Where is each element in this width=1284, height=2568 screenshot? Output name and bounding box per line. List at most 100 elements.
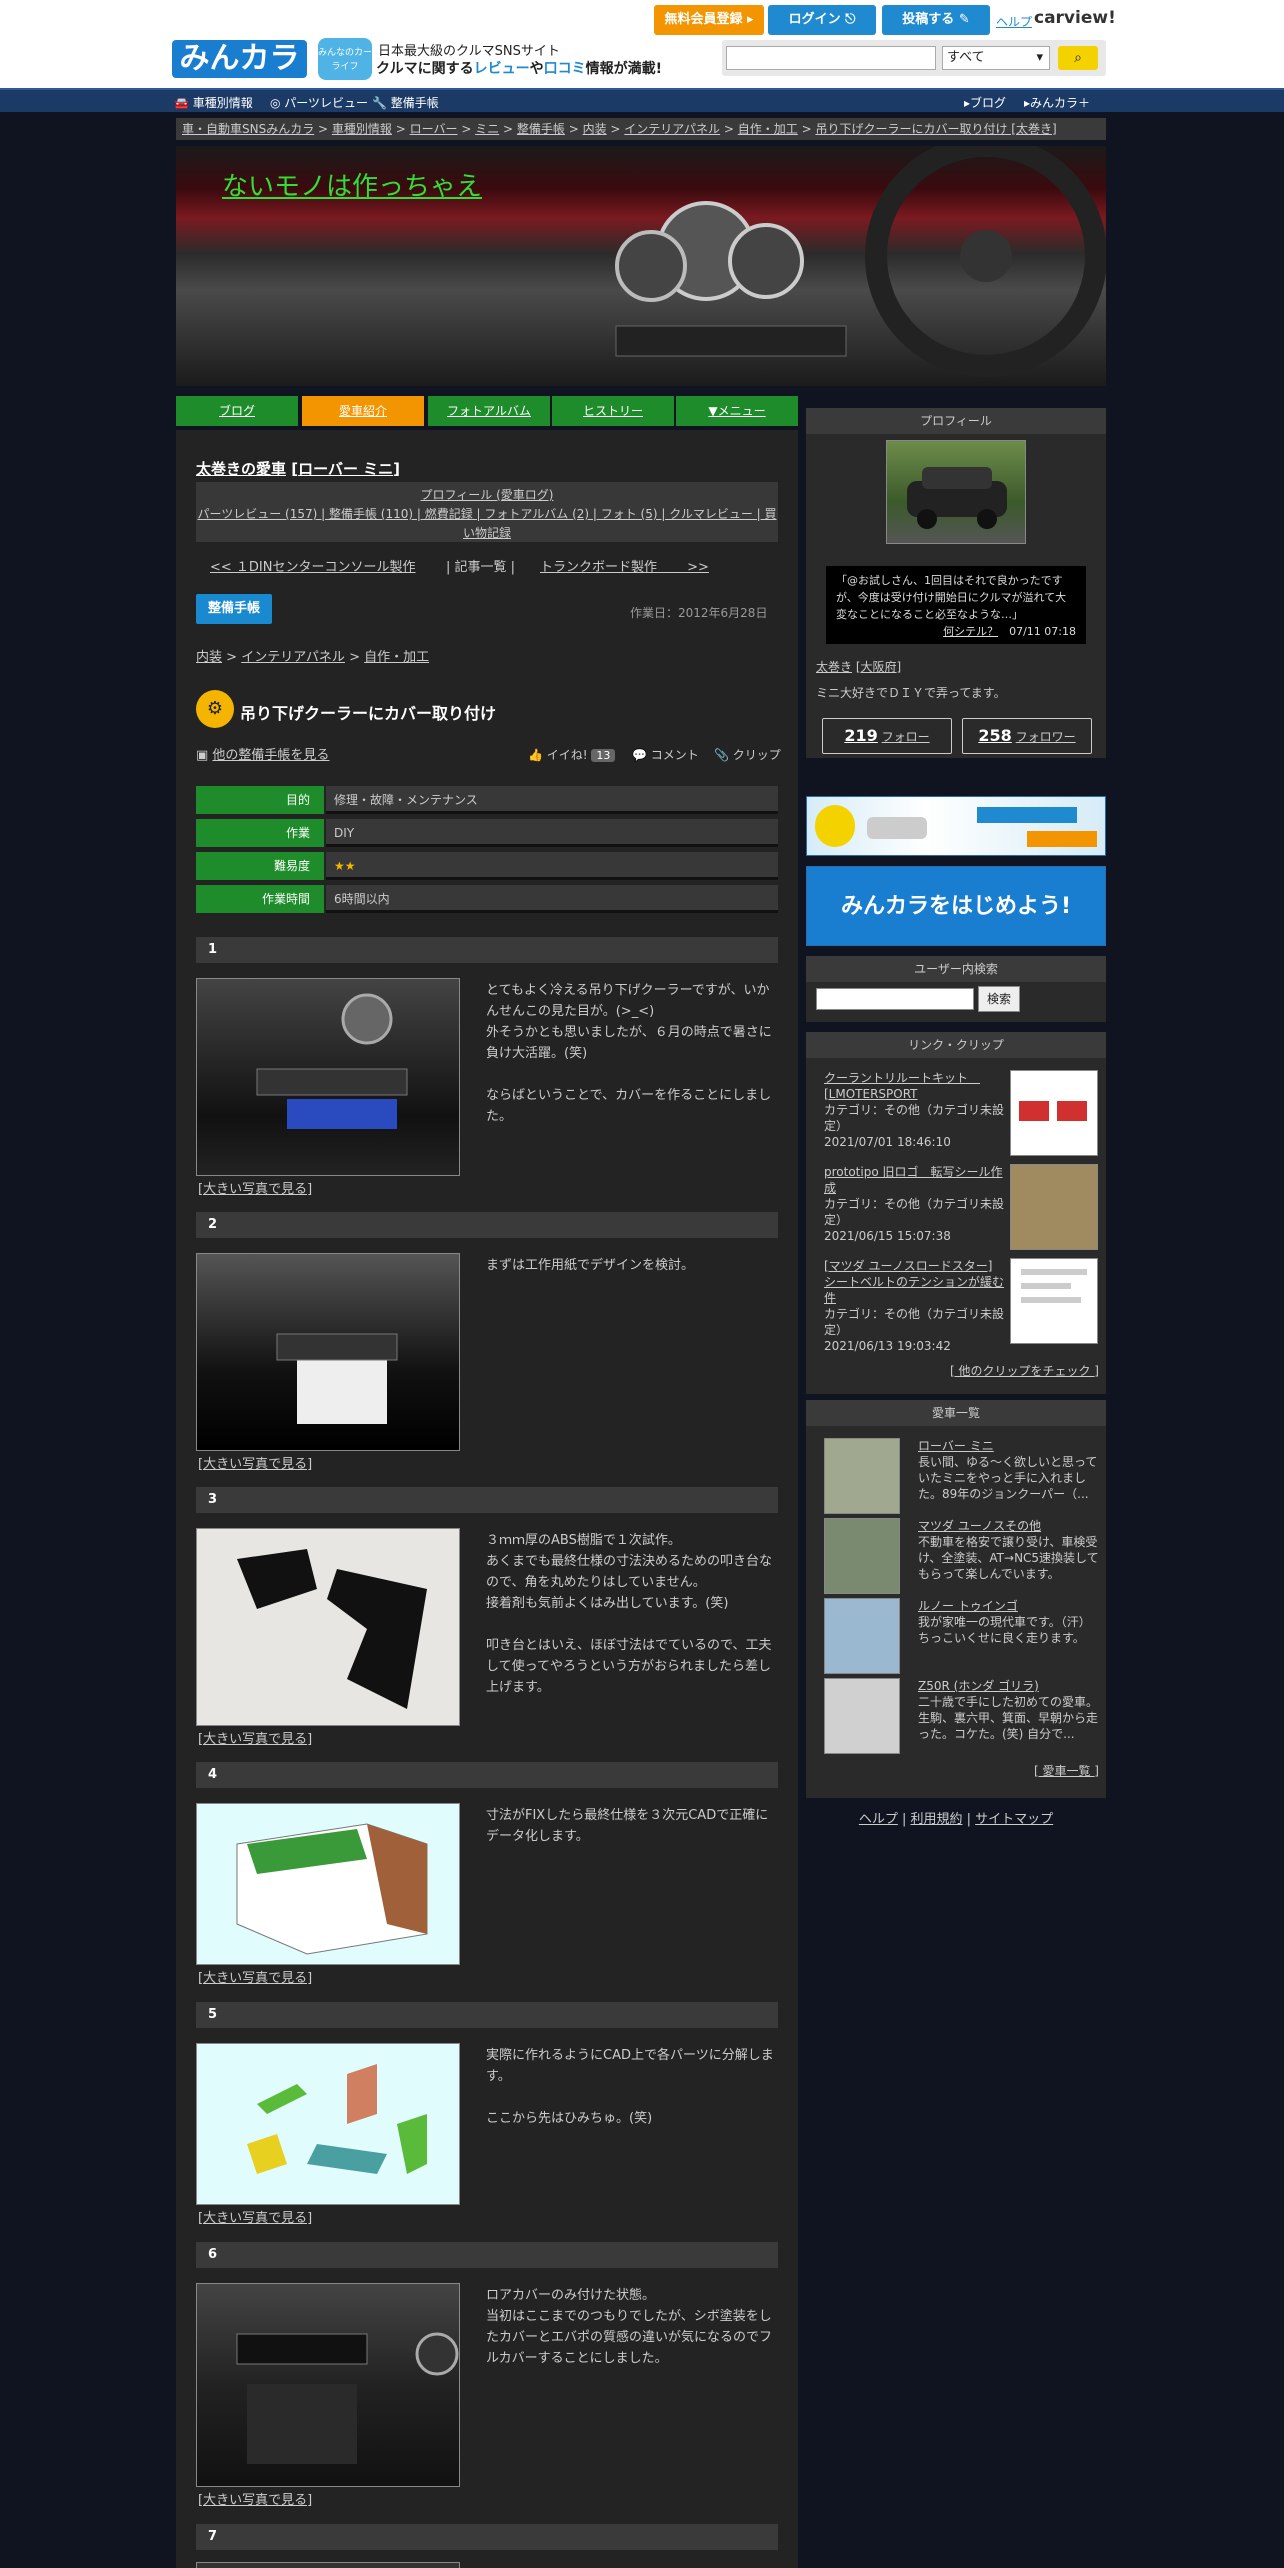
step-header: 2: [196, 1212, 778, 1238]
like-button[interactable]: 👍 イイね! 13: [528, 746, 616, 763]
car-item: Z50R (ホンダ ゴリラ) 二十歳で手にした初めての愛車。生駒、裏六甲、箕面、早…: [918, 1679, 1099, 1741]
ad-banner-assessment[interactable]: [806, 796, 1106, 856]
clip-item: [マツダ ユーノスロードスター]シートベルトのテンションが緩む件 カテゴリ：その他…: [824, 1259, 1005, 1353]
step-header: 4: [196, 1762, 778, 1788]
car-thumbnail[interactable]: [824, 1598, 900, 1674]
breadcrumb-item[interactable]: 内装: [583, 122, 607, 136]
owner-name[interactable]: 太巻き [大阪府]: [816, 658, 901, 675]
other-maintenance-link[interactable]: ▣ 他の整備手帳を見る: [196, 744, 329, 763]
tab-history[interactable]: ヒストリー: [552, 396, 674, 426]
large-photo-link[interactable]: [大きい写真で見る]: [198, 2207, 312, 2226]
clip-thumbnail[interactable]: [1010, 1070, 1098, 1156]
cat-link[interactable]: インテリアパネル: [241, 650, 345, 665]
car-list-more-link[interactable]: [ 愛車一覧 ]: [1034, 1762, 1099, 1779]
owner-car-heading: 太巻きの愛車 [ローバー ミニ]: [196, 460, 401, 478]
cat-link[interactable]: 自作・加工: [364, 650, 429, 665]
comment-button[interactable]: 💬 コメント: [632, 746, 699, 763]
category-path: 内装 > インテリアパネル > 自作・加工: [196, 650, 430, 665]
step-photo[interactable]: [196, 978, 460, 1176]
breadcrumb-item[interactable]: 車種別情報: [332, 122, 392, 136]
info-row: 目的 修理・故障・メンテナンス: [196, 786, 778, 814]
login-button[interactable]: ログイン ⎋: [768, 5, 876, 35]
category-badge: 整備手帳: [196, 594, 272, 624]
step-text: ３ｍｍ厚のABS樹脂で１次試作。 あくまでも最終仕様の寸法決めるための叩き台なの…: [486, 1533, 773, 1695]
user-search-input[interactable]: [816, 988, 974, 1010]
search-input[interactable]: [726, 46, 936, 70]
search-button[interactable]: ⌕: [1058, 46, 1098, 70]
large-photo-link[interactable]: [大きい写真で見る]: [198, 1728, 312, 1747]
step-photo[interactable]: [196, 1528, 460, 1726]
like-count: 13: [591, 749, 616, 762]
tab-photo-album[interactable]: フォトアルバム: [428, 396, 550, 426]
large-photo-link[interactable]: [大きい写真で見る]: [198, 1967, 312, 1986]
nav-item-plus[interactable]: ▸みんカラ＋: [1024, 94, 1090, 111]
step-photo[interactable]: [196, 2562, 460, 2568]
clip-button[interactable]: 📎 クリップ: [714, 746, 781, 763]
site-header: みんカラ みんなのカーライフ 日本最大級のクルマSNSサイト クルマに関するレビ…: [0, 0, 1284, 88]
tagline-main: クルマに関するレビューや口コミ情報が満載!: [376, 61, 662, 77]
breadcrumb-item[interactable]: 整備手帳: [517, 122, 565, 136]
nav-item-blog[interactable]: ▸ブログ: [964, 94, 1006, 111]
car-item: ローバー ミニ 長い間、ゆる～く欲しいと思っていたミニをやっと手に入れました。89…: [918, 1439, 1098, 1501]
breadcrumb-item[interactable]: ミニ: [475, 122, 499, 136]
breadcrumb-item[interactable]: ローバー: [410, 122, 458, 136]
clip-more-link[interactable]: [ 他のクリップをチェック ]: [950, 1362, 1099, 1379]
clip-thumbnail[interactable]: [1010, 1258, 1098, 1344]
large-photo-link[interactable]: [大きい写真で見る]: [198, 1453, 312, 1472]
list-link[interactable]: | 記事一覧 |: [446, 556, 515, 575]
step-header: 3: [196, 1487, 778, 1513]
content-links[interactable]: パーツレビュー (157) | 整備手帳 (110) | 燃費記録 | フォトア…: [196, 505, 778, 543]
follower-count-button[interactable]: 258 フォロワー: [962, 718, 1092, 754]
step-header: 1: [196, 937, 778, 963]
step-photo[interactable]: [196, 2283, 460, 2487]
post-button[interactable]: 投稿する ✎: [882, 5, 990, 35]
profile-link[interactable]: プロフィール (愛車ログ): [196, 486, 778, 505]
status-link[interactable]: 何シテル？: [943, 625, 998, 638]
footer-terms-link[interactable]: 利用規約: [910, 1812, 962, 1827]
follow-count-button[interactable]: 219 フォロー: [822, 718, 952, 754]
breadcrumb-item[interactable]: インテリアパネル: [624, 122, 720, 136]
step-text: ロアカバーのみ付けた状態。 当初はここまでのつもりでしたが、シボ塗装をしたカバー…: [486, 2288, 773, 2366]
help-link[interactable]: ヘルプ: [996, 13, 1032, 30]
step-photo[interactable]: [196, 1803, 460, 1965]
register-button[interactable]: 無料会員登録 ▸: [654, 5, 764, 35]
large-photo-link[interactable]: [大きい写真で見る]: [198, 2489, 312, 2508]
breadcrumb-item[interactable]: 自作・加工: [738, 122, 798, 136]
site-logo[interactable]: みんカラ: [172, 40, 307, 78]
prev-link[interactable]: << １DINセンターコンソール製作: [210, 556, 416, 575]
step-photo[interactable]: [196, 1253, 460, 1451]
paperclip-icon: 📎: [714, 748, 729, 762]
nav-item-maintenance[interactable]: 🔧 整備手帳: [372, 94, 439, 111]
breadcrumb-item[interactable]: 吊り下げクーラーにカバー取り付け [太巻き]: [815, 122, 1056, 136]
step-text: 寸法がFIXしたら最終仕様を３次元CADで正確にデータ化します。: [486, 1808, 769, 1844]
large-photo-link[interactable]: [大きい写真で見る]: [198, 1178, 312, 1197]
footer-help-link[interactable]: ヘルプ: [859, 1812, 898, 1827]
info-row: 作業 DIY: [196, 819, 778, 847]
cat-link[interactable]: 内装: [196, 650, 222, 665]
step-text: 実際に作れるようにCAD上で各パーツに分解します。 ここから先はひみちゅ。(笑): [486, 2048, 774, 2126]
tab-car-intro[interactable]: 愛車紹介: [302, 396, 424, 426]
breadcrumb-item[interactable]: 車・自動車SNSみんカラ: [182, 122, 314, 136]
mascot-logo: みんなのカーライフ: [318, 38, 372, 80]
car-item: ルノー トゥインゴ 我が家唯一の現代車です。（汗）ちっこいくせに良く走ります。: [918, 1599, 1091, 1645]
blog-title[interactable]: ないモノは作っちゃえ: [222, 166, 482, 203]
car-thumbnail[interactable]: [824, 1518, 900, 1594]
car-item: マツダ ユーノスその他 不動車を格安で譲り受け、車検受け、全塗装、AT→NC5速換…: [918, 1519, 1099, 1581]
avatar[interactable]: [886, 440, 1026, 544]
user-search-button[interactable]: 検索: [978, 986, 1020, 1012]
nav-item-cars[interactable]: 🚘 車種別情報: [174, 94, 253, 111]
ad-banner-signup[interactable]: みんカラをはじめよう!: [806, 866, 1106, 946]
info-row: 難易度 ★★: [196, 852, 778, 880]
car-thumbnail[interactable]: [824, 1678, 900, 1754]
step-photo[interactable]: [196, 2043, 460, 2205]
nav-item-parts[interactable]: ◎ パーツレビュー: [270, 94, 368, 111]
tab-menu[interactable]: ▼メニュー: [676, 396, 798, 426]
tab-blog[interactable]: ブログ: [176, 396, 298, 426]
search-scope-select[interactable]: すべて ▾: [942, 46, 1050, 70]
next-link[interactable]: トランクボード製作 >>: [540, 556, 709, 575]
clip-thumbnail[interactable]: [1010, 1164, 1098, 1250]
global-nav: 🚘 車種別情報 ◎ パーツレビュー 🔧 整備手帳 ▸ブログ ▸みんカラ＋: [0, 88, 1284, 112]
footer-sitemap-link[interactable]: サイトマップ: [975, 1812, 1053, 1827]
carview-logo[interactable]: carview!: [1034, 8, 1116, 28]
car-thumbnail[interactable]: [824, 1438, 900, 1514]
